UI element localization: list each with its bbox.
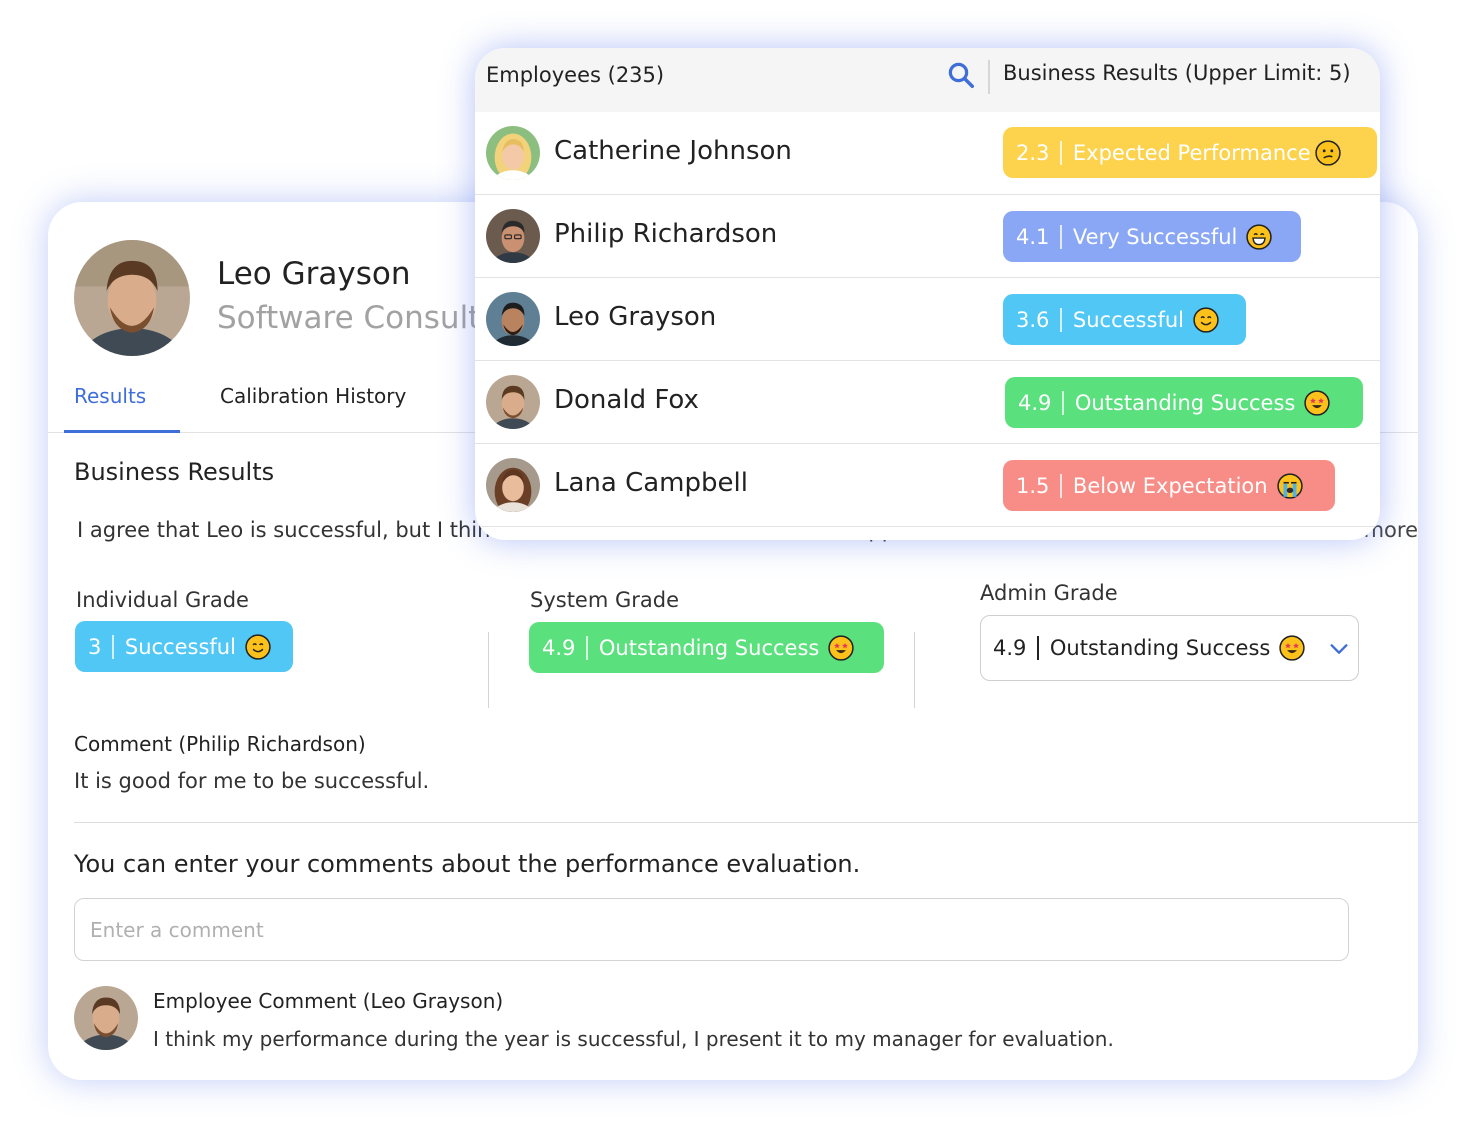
employee-avatar bbox=[486, 209, 540, 263]
system-grade-label: System Grade bbox=[530, 588, 680, 612]
individual-grade-label: Individual Grade bbox=[76, 588, 249, 612]
badge-separator bbox=[1060, 224, 1062, 249]
employees-popup: Employees (235) Business Results (Upper … bbox=[475, 48, 1380, 540]
comment-input[interactable] bbox=[74, 898, 1349, 961]
employee-name: Donald Fox bbox=[554, 385, 699, 415]
employee-comment-text: I think my performance during the year i… bbox=[153, 1027, 1114, 1051]
popup-header: Employees (235) Business Results (Upper … bbox=[475, 48, 1380, 112]
employee-avatar bbox=[486, 292, 540, 346]
employee-name: Philip Richardson bbox=[554, 219, 778, 249]
section-divider bbox=[74, 822, 1418, 823]
badge-separator bbox=[1062, 390, 1064, 415]
manager-comment-text: It is good for me to be successful. bbox=[74, 769, 430, 793]
employee-result-badge: 3.6 Successful bbox=[1003, 294, 1246, 345]
result-label: Expected Performance bbox=[1072, 140, 1311, 165]
crying-emoji-icon bbox=[1276, 472, 1303, 499]
employees-count-title: Employees (235) bbox=[486, 63, 665, 87]
employee-row[interactable]: Leo Grayson 3.6 Successful bbox=[475, 278, 1380, 361]
smile-emoji-icon bbox=[245, 633, 271, 660]
individual-grade-badge: 3 Successful bbox=[75, 621, 293, 672]
admin-grade-score: 4.9 bbox=[993, 636, 1027, 660]
employee-name: Catherine Johnson bbox=[554, 136, 792, 166]
result-label: Very Successful bbox=[1072, 224, 1238, 249]
profile-name: Leo Grayson bbox=[217, 256, 411, 292]
individual-grade-text: Successful bbox=[124, 634, 236, 659]
chevron-down-icon[interactable] bbox=[1328, 638, 1350, 665]
result-score: 4.1 bbox=[1016, 224, 1050, 249]
employee-avatar bbox=[486, 458, 540, 512]
badge-separator bbox=[586, 635, 588, 660]
comment-prompt-title: You can enter your comments about the pe… bbox=[74, 850, 861, 878]
search-icon[interactable] bbox=[946, 60, 976, 94]
employee-row[interactable]: Lana Campbell 1.5 Below Expectation bbox=[475, 444, 1380, 527]
employee-result-badge: 2.3 Expected Performance bbox=[1003, 127, 1377, 178]
individual-grade-score: 3 bbox=[88, 634, 102, 659]
employee-result-badge: 4.9 Outstanding Success bbox=[1005, 377, 1363, 428]
badge-separator bbox=[1060, 473, 1062, 498]
employee-comment-label: Employee Comment (Leo Grayson) bbox=[153, 989, 504, 1013]
business-results-column-header: Business Results (Upper Limit: 5) bbox=[1003, 61, 1351, 85]
employee-comment-avatar bbox=[74, 986, 138, 1050]
badge-separator bbox=[112, 634, 114, 659]
confused-emoji-icon bbox=[1314, 139, 1341, 166]
badge-separator bbox=[1060, 140, 1062, 165]
result-label: Below Expectation bbox=[1072, 473, 1268, 498]
employee-result-badge: 4.1 Very Successful bbox=[1003, 211, 1301, 262]
tab-calibration-history[interactable]: Calibration History bbox=[220, 384, 406, 408]
star-eyes-emoji-icon bbox=[1279, 635, 1306, 661]
admin-grade-select[interactable]: 4.9 Outstanding Success bbox=[980, 615, 1359, 681]
section-title: Business Results bbox=[74, 458, 275, 486]
grade-divider bbox=[914, 632, 915, 708]
system-grade-badge: 4.9 Outstanding Success bbox=[529, 622, 884, 673]
system-grade-text: Outstanding Success bbox=[598, 635, 820, 660]
employee-name: Lana Campbell bbox=[554, 468, 748, 498]
manager-comment-label: Comment (Philip Richardson) bbox=[74, 732, 366, 756]
header-divider bbox=[988, 60, 990, 94]
employee-row[interactable]: Donald Fox 4.9 Outstanding Success bbox=[475, 361, 1380, 444]
result-score: 4.9 bbox=[1018, 390, 1052, 415]
result-label: Outstanding Success bbox=[1074, 390, 1296, 415]
employee-name: Leo Grayson bbox=[554, 302, 717, 332]
star-eyes-emoji-icon bbox=[1304, 389, 1331, 416]
result-label: Successful bbox=[1072, 307, 1184, 332]
grade-divider bbox=[488, 632, 489, 708]
employee-result-badge: 1.5 Below Expectation bbox=[1003, 460, 1335, 511]
tab-results[interactable]: Results bbox=[74, 384, 146, 408]
result-score: 3.6 bbox=[1016, 307, 1050, 332]
star-eyes-emoji-icon bbox=[828, 634, 855, 661]
system-grade-score: 4.9 bbox=[542, 635, 576, 660]
employee-avatar bbox=[486, 375, 540, 429]
admin-grade-text: Outstanding Success bbox=[1049, 636, 1271, 660]
badge-separator bbox=[1060, 307, 1062, 332]
result-score: 1.5 bbox=[1016, 473, 1050, 498]
badge-separator bbox=[1037, 636, 1039, 660]
profile-avatar bbox=[74, 240, 190, 356]
grin-emoji-icon bbox=[1246, 223, 1273, 250]
smile-emoji-icon bbox=[1193, 306, 1219, 333]
result-score: 2.3 bbox=[1016, 140, 1050, 165]
employee-row[interactable]: Philip Richardson 4.1 Very Successful bbox=[475, 195, 1380, 278]
employee-avatar bbox=[486, 126, 540, 180]
admin-grade-label: Admin Grade bbox=[980, 581, 1118, 605]
active-tab-indicator bbox=[64, 430, 180, 433]
employee-row[interactable]: Catherine Johnson 2.3 Expected Performan… bbox=[475, 112, 1380, 195]
